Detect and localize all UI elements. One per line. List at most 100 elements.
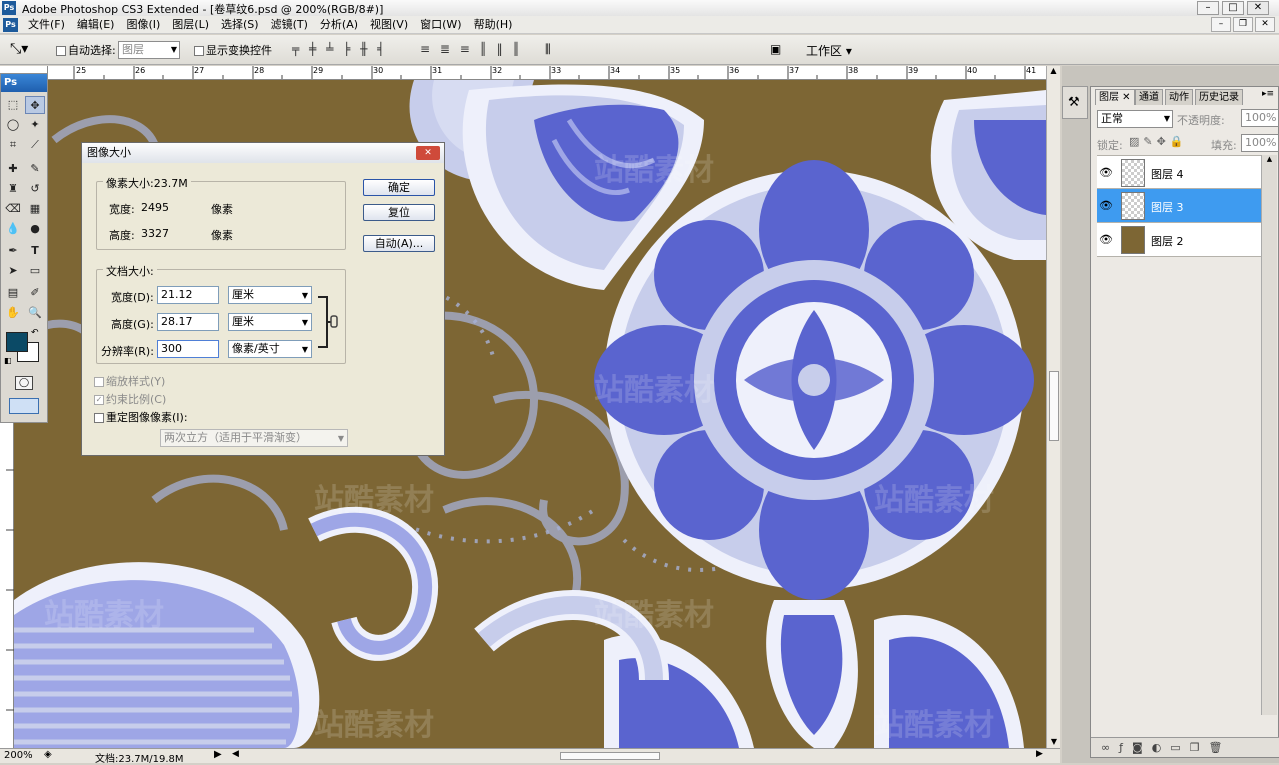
layer-thumbnail (1121, 192, 1145, 220)
panel-menu-icon[interactable]: ▸≡ (1262, 89, 1274, 99)
gradient-tool-icon[interactable]: ▦ (25, 200, 45, 218)
slice-tool-icon[interactable]: ⟋ (25, 136, 45, 154)
resolution-input[interactable]: 300 (157, 340, 219, 358)
pen-tool-icon[interactable]: ✒ (3, 242, 23, 260)
close-button[interactable]: ✕ (1247, 1, 1269, 15)
auto-select-dropdown[interactable]: 图层 ▼ (118, 41, 180, 59)
resolution-unit-select[interactable]: 像素/英寸 ▼ (228, 340, 312, 358)
layers-footer-icons[interactable]: ∞ƒ◙◐▭❐🗑 (1091, 737, 1279, 757)
zoom-level[interactable]: 200% (4, 750, 33, 761)
history-brush-icon[interactable]: ↺ (25, 180, 45, 198)
move-tool-icon[interactable]: ⤡▾ (10, 41, 28, 57)
scroll-up-icon[interactable]: ▲ (1047, 66, 1060, 75)
tab-layers[interactable]: 图层 ✕ (1095, 89, 1135, 105)
eraser-tool-icon[interactable]: ⌫ (3, 200, 23, 218)
brush-tool-icon[interactable]: ✎ (25, 160, 45, 178)
tab-history[interactable]: 历史记录 (1195, 89, 1243, 105)
eyedropper-icon[interactable]: ✐ (25, 284, 45, 302)
eye-icon[interactable]: 👁 (1099, 233, 1113, 246)
reset-button[interactable]: 复位 (363, 204, 435, 221)
layer-row[interactable]: 👁 图层 4 (1097, 155, 1277, 189)
eye-icon[interactable]: 👁 (1099, 199, 1113, 212)
constrain-proportions-checkbox[interactable]: ✓ 约束比例(C) (94, 391, 166, 407)
hand-tool-icon[interactable]: ✋ (3, 304, 23, 322)
menu-filter[interactable]: 滤镜(T) (265, 17, 314, 33)
blur-tool-icon[interactable]: 💧 (3, 220, 23, 238)
screen-mode-icon[interactable] (9, 398, 39, 414)
doc-height-unit-select[interactable]: 厘米 ▼ (228, 313, 312, 331)
layer-name: 图层 3 (1151, 201, 1184, 214)
move-tool-icon[interactable]: ✥ (25, 96, 45, 114)
maximize-button[interactable]: □ (1222, 1, 1244, 15)
magic-wand-icon[interactable]: ✦ (25, 116, 45, 134)
quick-mask-icon[interactable]: ◯ (15, 376, 33, 390)
menu-image[interactable]: 图像(I) (120, 17, 166, 33)
layers-scrollbar[interactable]: ▲ (1261, 155, 1277, 715)
resolution-label: 分辨率(R): (101, 345, 154, 358)
shape-tool-icon[interactable]: ▭ (25, 262, 45, 280)
hscroll-left-icon[interactable]: ◀ (232, 749, 239, 759)
scroll-down-icon[interactable]: ▼ (1047, 737, 1061, 746)
notes-tool-icon[interactable]: ▤ (3, 284, 23, 302)
scale-styles-checkbox[interactable]: 缩放样式(Y) (94, 373, 165, 389)
ok-button[interactable]: 确定 (363, 179, 435, 196)
doc-width-unit-select[interactable]: 厘米 ▼ (228, 286, 312, 304)
menu-analysis[interactable]: 分析(A) (314, 17, 364, 33)
tab-actions[interactable]: 动作 (1165, 89, 1193, 105)
doc-close-button[interactable]: ✕ (1255, 17, 1275, 32)
crop-tool-icon[interactable]: ⌗ (3, 136, 23, 154)
workspace-button[interactable]: 工作区 ▾ (806, 42, 852, 59)
show-transform-checkbox[interactable]: 显示变换控件 (194, 42, 272, 58)
tool-presets-icon[interactable]: ⚒ (1068, 95, 1080, 110)
opacity-input[interactable]: 100% (1241, 109, 1279, 127)
horizontal-scroll-thumb[interactable] (560, 752, 660, 760)
document-size-label: 文档大小: (103, 263, 157, 279)
align-icons[interactable]: ╤ ╪ ╧ ╞ ╫ ╡ (292, 42, 387, 56)
layer-thumbnail (1121, 159, 1145, 187)
menu-help[interactable]: 帮助(H) (468, 17, 519, 33)
distribute-icons[interactable]: ≡ ≣ ≡ ║ ‖ ║ (420, 42, 523, 56)
lock-icons[interactable]: ▨✎✥🔒 (1129, 135, 1188, 148)
doc-height-input[interactable]: 28.17 (157, 313, 219, 331)
fill-input[interactable]: 100% (1241, 134, 1279, 152)
menu-edit[interactable]: 编辑(E) (71, 17, 121, 33)
menu-file[interactable]: 文件(F) (22, 17, 71, 33)
swap-colors-icon[interactable]: ↶ (31, 328, 39, 338)
doc-width-input[interactable]: 21.12 (157, 286, 219, 304)
layer-row-selected[interactable]: 👁 图层 3 (1097, 189, 1277, 223)
status-icon[interactable]: ◈ (44, 749, 52, 760)
doc-minimize-button[interactable]: – (1211, 17, 1231, 32)
auto-align-icon[interactable]: ⫼ (545, 42, 551, 57)
auto-button[interactable]: 自动(A)... (363, 235, 435, 252)
auto-select-checkbox[interactable]: 自动选择: (56, 42, 116, 58)
default-colors-icon[interactable]: ◧ (4, 356, 12, 365)
blend-mode-dropdown[interactable]: 正常 ▼ (1097, 110, 1173, 128)
menu-layer[interactable]: 图层(L) (166, 17, 215, 33)
vertical-scrollbar[interactable]: ▲ ▼ (1046, 66, 1060, 748)
foreground-color-swatch[interactable] (6, 332, 28, 352)
lasso-tool-icon[interactable]: ◯ (3, 116, 23, 134)
minimize-button[interactable]: – (1197, 1, 1219, 15)
hscroll-right-icon[interactable]: ▶ (1036, 749, 1043, 759)
clone-stamp-icon[interactable]: ♜ (3, 180, 23, 198)
doc-restore-button[interactable]: ❐ (1233, 17, 1253, 32)
bridge-icon[interactable]: ▣ (770, 42, 781, 56)
status-menu-arrow-icon[interactable]: ▶ (214, 749, 222, 760)
eye-icon[interactable]: 👁 (1099, 166, 1113, 179)
healing-brush-icon[interactable]: ✚ (3, 160, 23, 178)
dialog-close-icon[interactable]: ✕ (416, 146, 440, 160)
tab-channels[interactable]: 通道 (1135, 89, 1163, 105)
marquee-tool-icon[interactable]: ⬚ (3, 96, 23, 114)
app-icon: Ps (2, 1, 16, 15)
resample-method-select[interactable]: 两次立方（适用于平滑渐变） ▼ (160, 429, 348, 447)
menu-view[interactable]: 视图(V) (364, 17, 414, 33)
zoom-tool-icon[interactable]: 🔍 (25, 304, 45, 322)
layer-row[interactable]: 👁 图层 2 (1097, 223, 1277, 257)
type-tool-icon[interactable]: T (25, 242, 45, 260)
path-select-icon[interactable]: ➤ (3, 262, 23, 280)
dodge-tool-icon[interactable]: ● (25, 220, 45, 238)
menu-window[interactable]: 窗口(W) (414, 17, 467, 33)
menu-select[interactable]: 选择(S) (215, 17, 265, 33)
scroll-thumb[interactable] (1049, 371, 1059, 441)
resample-checkbox[interactable]: 重定图像像素(I): (94, 409, 188, 425)
